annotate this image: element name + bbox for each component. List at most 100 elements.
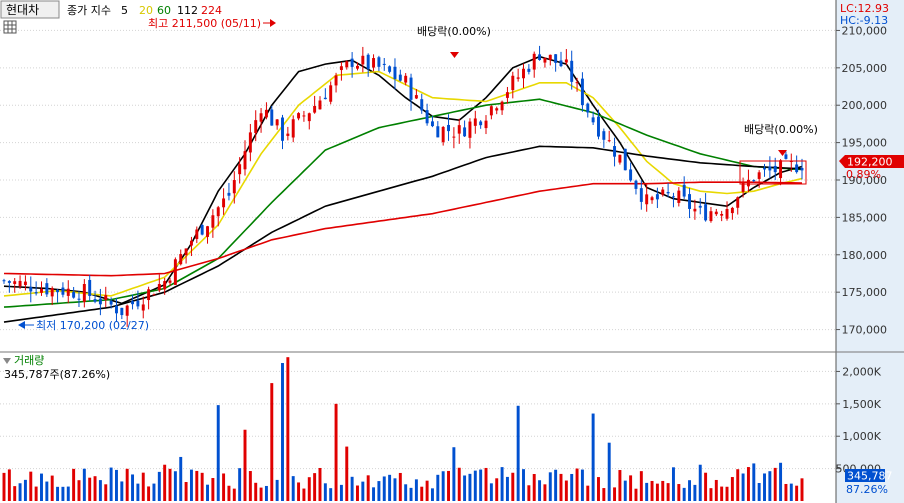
candle-body <box>206 226 209 237</box>
candle-body <box>243 151 247 170</box>
volume-bar <box>7 469 11 501</box>
candle-body <box>227 192 231 196</box>
volume-bar <box>436 474 440 501</box>
volume-bar <box>248 471 252 501</box>
high-note: 최고 211,500 (05/11) <box>148 17 261 30</box>
candle-body <box>623 148 627 171</box>
volume-bar <box>789 483 793 501</box>
volume-bar <box>613 487 617 501</box>
volume-bar <box>345 446 349 501</box>
dividend-note-2: 배당락(0.00%) <box>744 123 818 136</box>
volume-bar <box>688 480 692 501</box>
candle-body <box>495 108 499 111</box>
candle-body <box>597 116 600 137</box>
volume-bar <box>554 469 558 501</box>
volume-bar <box>489 483 493 501</box>
volume-bar <box>29 471 33 501</box>
candle-body <box>457 125 461 134</box>
volume-bar <box>795 485 799 501</box>
volume-bar <box>377 481 381 501</box>
candle-body <box>329 85 333 102</box>
candle-body <box>629 169 633 181</box>
candle-body <box>141 304 145 311</box>
volume-bar <box>281 363 284 501</box>
grid-toggle-icon[interactable] <box>3 20 17 34</box>
candle-body <box>404 75 408 83</box>
volume-bar <box>548 472 552 501</box>
volume-bar <box>516 405 520 501</box>
candle-body <box>195 229 199 240</box>
candle-body <box>586 103 590 113</box>
volume-bar <box>307 477 311 501</box>
candle-body <box>746 179 750 187</box>
candle-body <box>2 280 6 282</box>
volume-bar <box>18 483 22 501</box>
volume-bar <box>147 486 151 501</box>
candle-body <box>538 54 542 60</box>
candle-body <box>168 280 172 283</box>
volume-bar <box>414 479 418 501</box>
volume-bar <box>564 480 568 501</box>
candle-body <box>318 100 322 110</box>
volume-bar <box>114 469 118 501</box>
ma-period-5: 5 <box>121 4 128 17</box>
volume-bar <box>2 472 6 501</box>
volume-bar <box>131 474 135 501</box>
candle-body <box>452 136 456 138</box>
volume-bar <box>597 477 600 501</box>
candle-body <box>468 121 472 138</box>
candle-body <box>730 207 734 214</box>
volume-bar <box>532 474 536 501</box>
volume-bar <box>779 462 783 501</box>
candle-body <box>377 57 381 67</box>
volume-bar <box>505 476 509 501</box>
candle-body <box>147 289 151 301</box>
candle-body <box>50 288 54 297</box>
candle-body <box>291 119 295 138</box>
candle-body <box>763 167 766 170</box>
volume-bar <box>634 488 638 501</box>
volume-bar <box>639 471 643 501</box>
volume-bar <box>200 472 204 501</box>
candle-body <box>527 68 531 72</box>
candle-body <box>361 55 365 65</box>
volume-bar <box>163 464 167 501</box>
volume-bar <box>473 470 477 501</box>
candle-body <box>725 209 729 219</box>
candle-body <box>104 295 108 300</box>
volume-bar <box>291 476 295 501</box>
candle-body <box>254 120 258 134</box>
volume-bar <box>452 447 456 501</box>
candle-body <box>602 131 606 140</box>
volume-bar <box>254 482 258 501</box>
volume-bar <box>34 486 38 501</box>
volume-bar <box>61 486 65 501</box>
candle-body <box>82 284 86 302</box>
candle-body <box>120 307 124 316</box>
volume-bar <box>693 484 697 501</box>
candle-body <box>736 197 740 208</box>
current-price: 192,200 <box>847 156 893 169</box>
candle-body <box>366 54 370 69</box>
volume-bar <box>580 469 584 501</box>
candle-body <box>248 132 252 153</box>
volume-bar <box>243 429 247 501</box>
candle-body <box>72 292 76 298</box>
candle-body <box>409 77 413 100</box>
volume-value: 345,787주(87.26%) <box>4 368 110 381</box>
candle-body <box>661 189 665 195</box>
candle-body <box>350 58 354 67</box>
volume-bar <box>40 473 43 501</box>
candle-body <box>398 74 402 81</box>
volume-bar <box>82 468 86 501</box>
volume-bar <box>264 485 268 501</box>
volume-bar <box>677 484 681 501</box>
volume-bar <box>50 475 54 501</box>
candle-body <box>784 154 788 159</box>
volume-bar <box>591 413 595 501</box>
candle-body <box>441 127 445 143</box>
ma-period-60: 60 <box>157 4 171 17</box>
volume-bar <box>339 484 343 501</box>
volume-bar <box>570 473 574 501</box>
volume-bar <box>479 469 483 501</box>
